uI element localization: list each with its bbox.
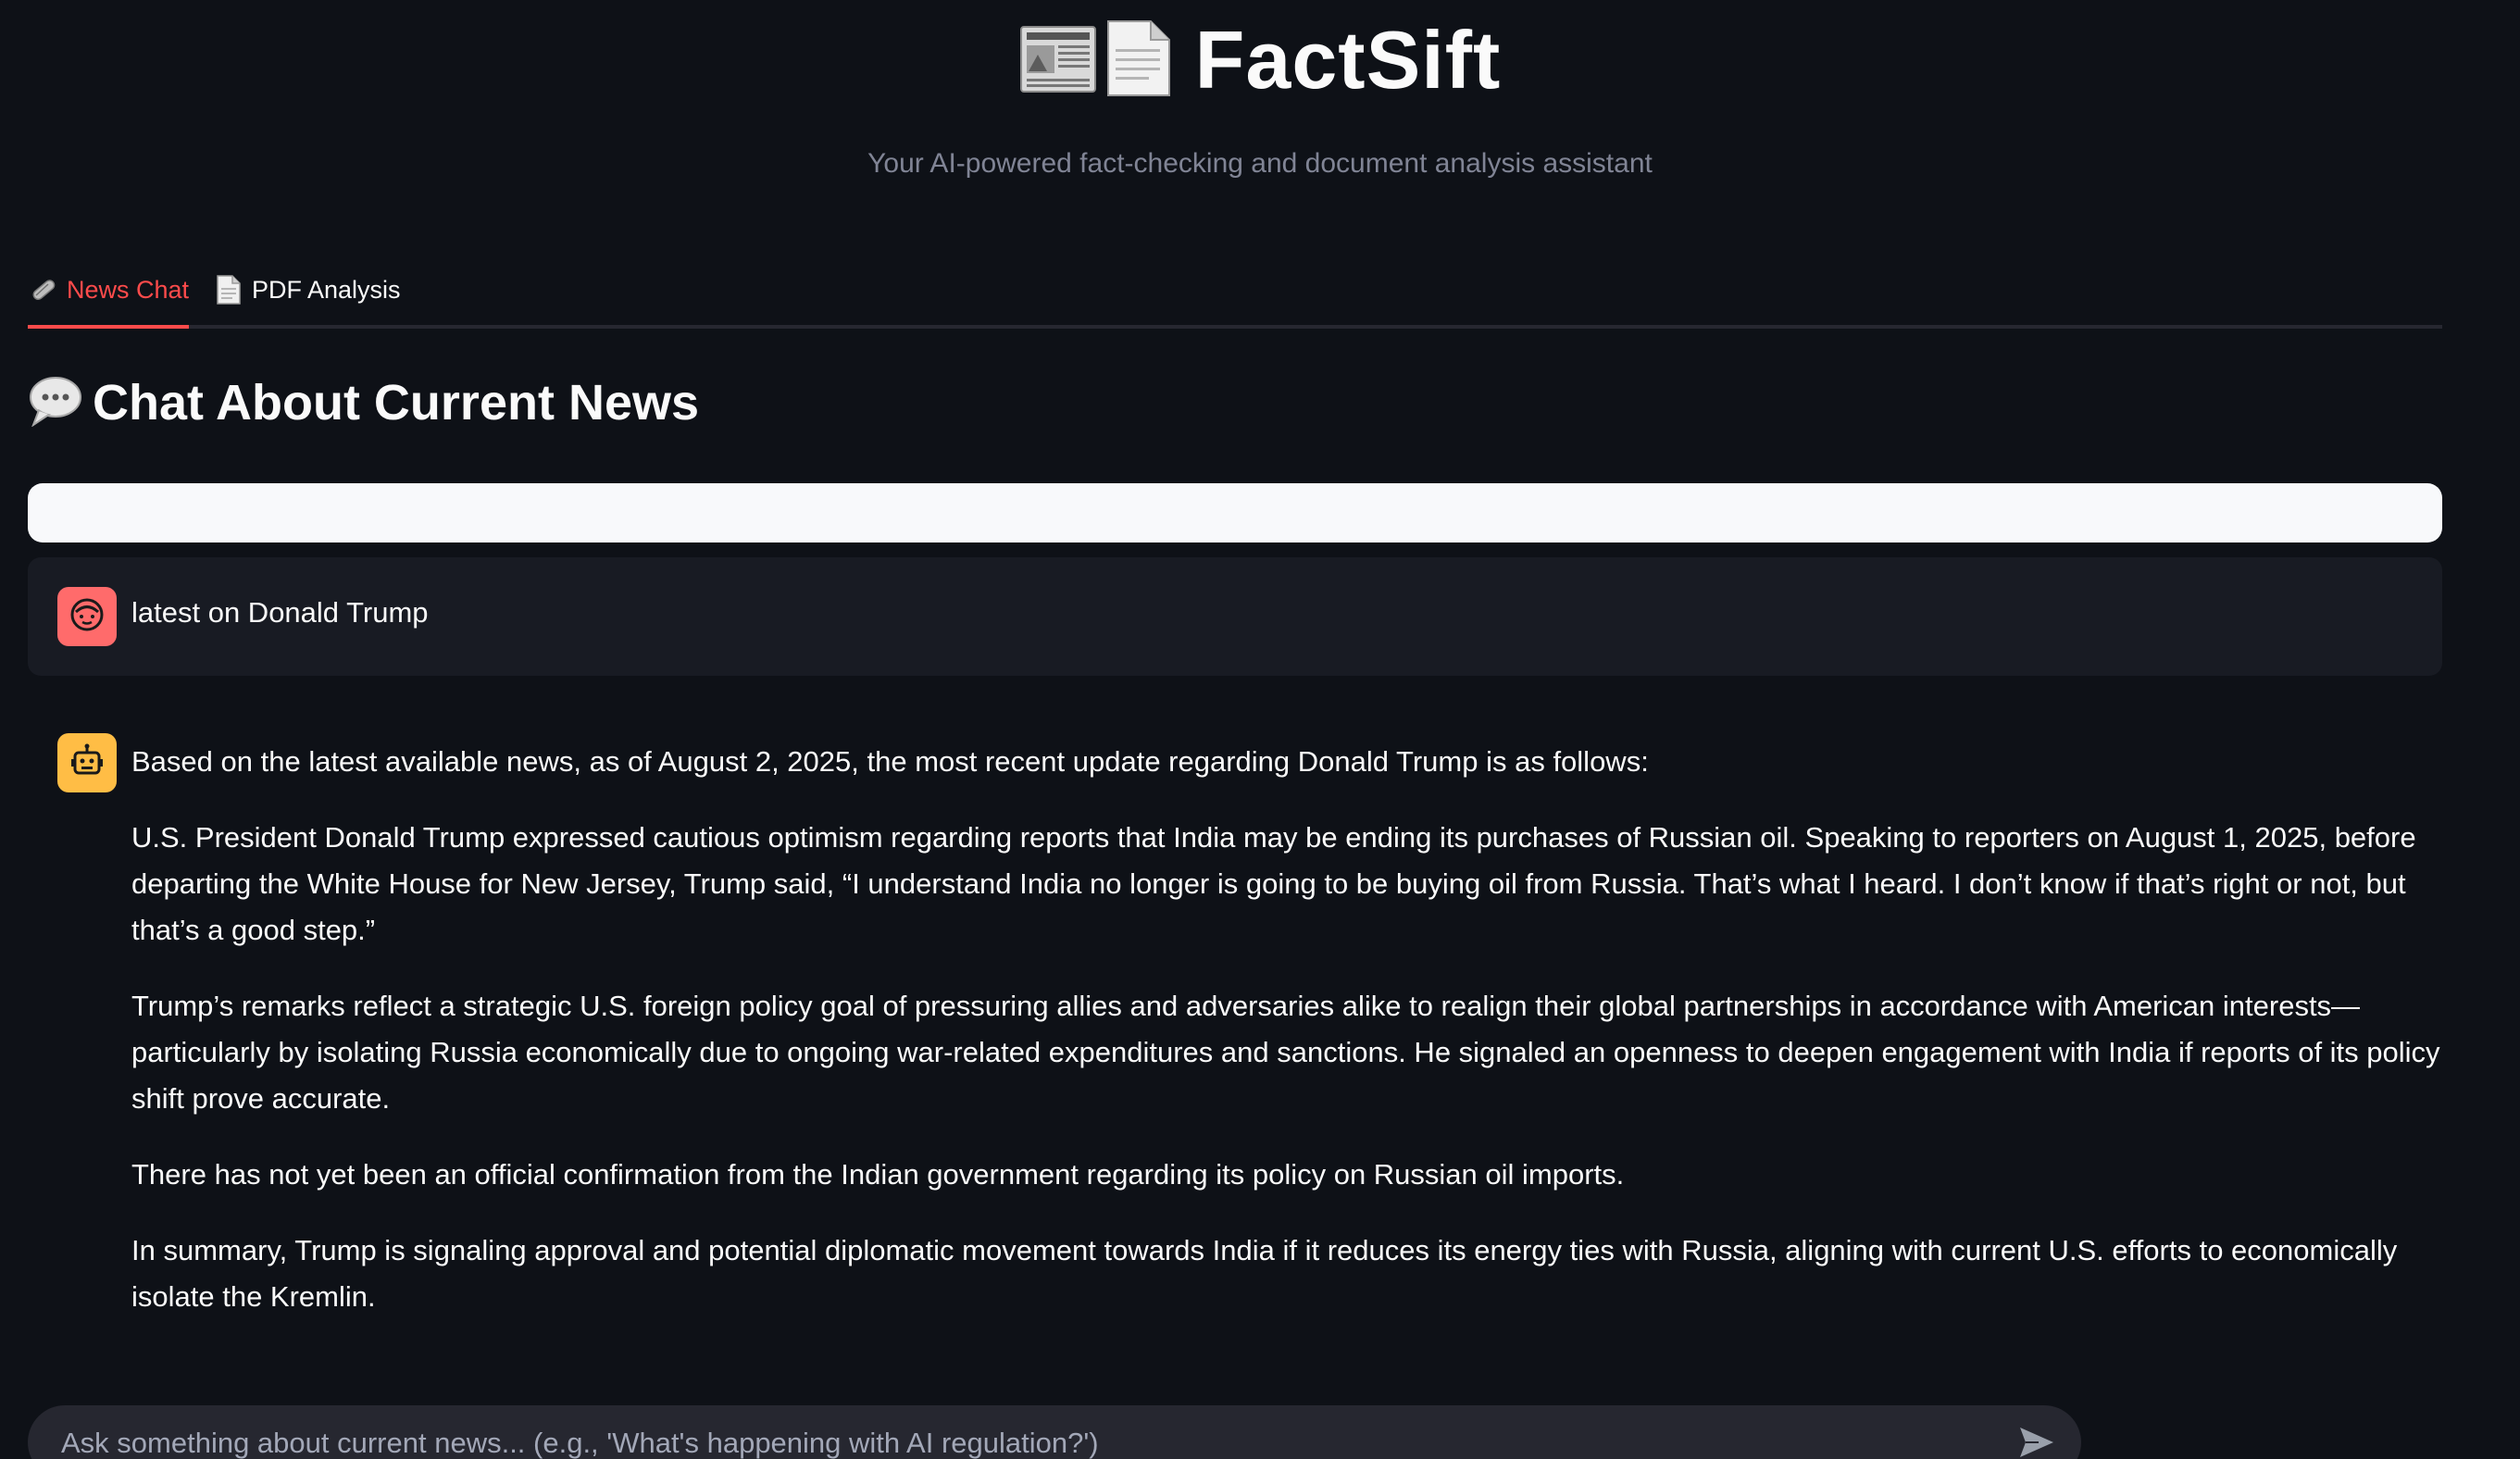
app-title: FactSift xyxy=(0,13,2520,107)
app-title-text: FactSift xyxy=(1194,14,1502,106)
assistant-message-body: Based on the latest available news, as o… xyxy=(131,739,2442,1350)
app-subtitle: Your AI-powered fact-checking and docume… xyxy=(867,148,1653,179)
title-icons xyxy=(1019,19,1173,102)
tab-bar: News Chat PDF Analysis xyxy=(28,255,2442,329)
assistant-paragraph: There has not yet been an official confi… xyxy=(131,1158,1625,1191)
user-face-icon xyxy=(69,596,106,638)
assistant-paragraph: Based on the latest available news, as o… xyxy=(131,745,1649,778)
send-icon xyxy=(2018,1426,2055,1459)
tab-pdf-analysis[interactable]: PDF Analysis xyxy=(213,255,401,325)
chat-input-container xyxy=(28,1405,2081,1459)
document-icon xyxy=(1103,19,1173,102)
tab-pdf-analysis-label: PDF Analysis xyxy=(252,275,401,304)
document-icon xyxy=(213,275,243,305)
send-button[interactable] xyxy=(2016,1424,2057,1459)
section-heading-text: Chat About Current News xyxy=(93,375,700,430)
newspaper-icon xyxy=(1019,21,1097,100)
robot-icon xyxy=(69,742,106,784)
assistant-avatar xyxy=(57,733,117,792)
tab-news-chat-label: News Chat xyxy=(67,275,190,304)
status-bar xyxy=(28,483,2442,542)
assistant-paragraph: U.S. President Donald Trump expressed ca… xyxy=(131,821,2416,946)
speech-bubble-icon xyxy=(28,375,83,431)
section-heading: Chat About Current News xyxy=(28,374,699,431)
user-message-text: latest on Donald Trump xyxy=(131,596,429,629)
user-message: latest on Donald Trump xyxy=(28,557,2442,676)
assistant-message: Based on the latest available news, as o… xyxy=(28,704,2442,1342)
assistant-paragraph: In summary, Trump is signaling approval … xyxy=(131,1234,2398,1313)
assistant-paragraph: Trump’s remarks reflect a strategic U.S.… xyxy=(131,990,2440,1115)
rolled-newspaper-icon xyxy=(28,275,57,305)
app-page: FactSift Your AI-powered fact-checking a… xyxy=(0,0,2520,1459)
user-avatar xyxy=(57,587,117,646)
tab-news-chat[interactable]: News Chat xyxy=(28,255,190,329)
chat-input[interactable] xyxy=(59,1405,1989,1459)
